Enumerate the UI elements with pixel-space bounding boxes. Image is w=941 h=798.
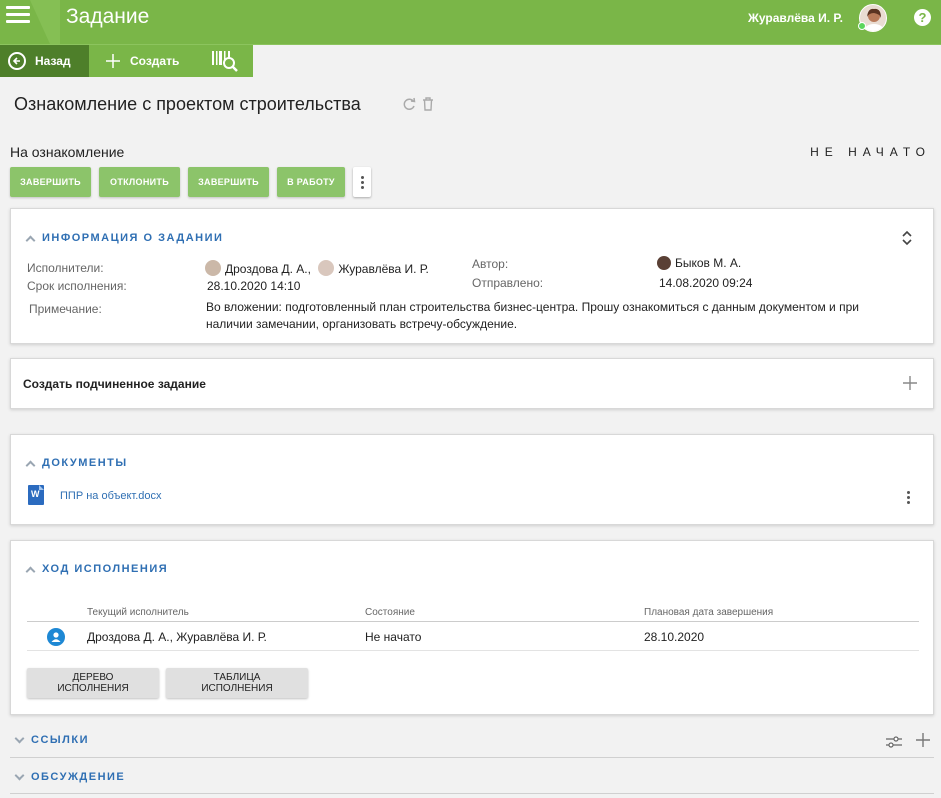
chevron-up-icon: [25, 566, 36, 576]
status-badge: НЕ НАЧАТО: [810, 145, 931, 159]
trash-icon[interactable]: [422, 96, 434, 112]
documents-card: ДОКУМЕНТЫ W ППР на объект.docx: [10, 434, 934, 525]
reject-button[interactable]: ОТКЛОНИТЬ: [99, 167, 180, 197]
discussion-section: ОБСУЖДЕНИЕ: [10, 758, 934, 794]
documents-section-title: ДОКУМЕНТЫ: [42, 457, 128, 469]
arrow-left-icon: [8, 52, 26, 70]
discussion-section-title: ОБСУЖДЕНИЕ: [31, 771, 126, 783]
app-header: Задание Журавлёва И. Р. ?: [0, 0, 941, 44]
links-section-header[interactable]: ССЫЛКИ: [14, 733, 89, 746]
header-decoration: [30, 0, 60, 44]
document-link[interactable]: ППР на объект.docx: [60, 490, 162, 502]
avatar: [657, 256, 671, 270]
sent-label: Отправлено:: [472, 276, 544, 290]
state-value: Не начато: [365, 630, 422, 644]
documents-section-header[interactable]: ДОКУМЕНТЫ: [25, 457, 128, 470]
plus-icon[interactable]: [903, 376, 917, 390]
execution-tree-button[interactable]: ДЕРЕВО ИСПОЛНЕНИЯ: [27, 668, 159, 698]
toolbar: Назад Создать: [0, 44, 941, 77]
action-buttons: ЗАВЕРШИТЬ ОТКЛОНИТЬ ЗАВЕРШИТЬ В РАБОТУ: [10, 167, 371, 197]
back-button-label: Назад: [35, 54, 71, 68]
note-line-2: наличии замечании, организовать встречу-…: [206, 317, 518, 331]
avatar: [205, 260, 221, 276]
author-name[interactable]: Быков М. А.: [675, 256, 741, 270]
complete-button[interactable]: ЗАВЕРШИТЬ: [10, 167, 91, 197]
note-line-1: Во вложении: подготовленный план строите…: [206, 300, 859, 314]
progress-section-title: ХОД ИСПОЛНЕНИЯ: [42, 563, 169, 575]
discussion-section-header[interactable]: ОБСУЖДЕНИЕ: [14, 770, 126, 783]
help-icon[interactable]: ?: [914, 9, 931, 26]
task-stage: На ознакомление: [10, 144, 125, 160]
executor-name[interactable]: Дроздова Д. А.,: [225, 262, 311, 276]
barcode-search-icon: [212, 51, 238, 72]
word-file-icon: W: [28, 485, 44, 505]
expand-collapse-icon[interactable]: [902, 230, 912, 246]
page-header-title: Задание: [66, 5, 150, 28]
in-work-button[interactable]: В РАБОТУ: [277, 167, 345, 197]
document-more-icon[interactable]: [907, 491, 910, 504]
links-section: ССЫЛКИ: [10, 722, 934, 758]
barcode-search-button[interactable]: [199, 45, 253, 77]
more-actions-button[interactable]: [353, 167, 371, 197]
planned-date-value: 28.10.2020: [644, 630, 705, 644]
task-title: Ознакомление с проектом строительства: [14, 94, 361, 114]
links-section-title: ССЫЛКИ: [31, 734, 89, 746]
column-header: Плановая дата завершения: [644, 607, 774, 618]
title-actions: [402, 96, 434, 112]
online-status-icon: [858, 22, 866, 30]
task-info-card: ИНФОРМАЦИЯ О ЗАДАНИИ Исполнители: Дроздо…: [10, 208, 934, 344]
column-header: Состояние: [365, 607, 415, 618]
create-subtask-label: Создать подчиненное задание: [23, 377, 206, 391]
chevron-down-icon: [14, 733, 25, 744]
avatar: [318, 260, 335, 276]
users-icon: [47, 628, 65, 646]
execution-progress-card: ХОД ИСПОЛНЕНИЯ Текущий исполнитель Состо…: [10, 540, 934, 715]
info-section-header[interactable]: ИНФОРМАЦИЯ О ЗАДАНИИ: [25, 232, 224, 245]
create-subtask-card[interactable]: Создать подчиненное задание: [10, 358, 934, 409]
chevron-up-icon: [25, 460, 36, 470]
executor-link[interactable]: Дроздова Д. А., Журавлёва И. Р.: [87, 630, 267, 644]
create-button-label: Создать: [130, 54, 180, 68]
table-row[interactable]: Дроздова Д. А., Журавлёва И. Р. Не начат…: [27, 621, 919, 651]
note-label: Примечание:: [29, 302, 102, 316]
finish-button[interactable]: ЗАВЕРШИТЬ: [188, 167, 269, 197]
plus-icon: [106, 54, 120, 68]
refresh-icon[interactable]: [402, 96, 416, 112]
executors-value: Дроздова Д. А., Журавлёва И. Р.: [205, 260, 429, 276]
author-label: Автор:: [472, 257, 509, 271]
current-user-name[interactable]: Журавлёва И. Р.: [748, 11, 843, 25]
filter-settings-icon[interactable]: [886, 735, 902, 749]
chevron-up-icon: [25, 235, 36, 245]
author-value: Быков М. А.: [657, 256, 741, 270]
plus-icon[interactable]: [916, 733, 930, 747]
progress-buttons: ДЕРЕВО ИСПОЛНЕНИЯ ТАБЛИЦА ИСПОЛНЕНИЯ: [27, 668, 308, 698]
info-section-title: ИНФОРМАЦИЯ О ЗАДАНИИ: [42, 232, 224, 244]
executors-label: Исполнители:: [27, 261, 104, 275]
deadline-label: Срок исполнения:: [27, 279, 127, 293]
progress-section-header[interactable]: ХОД ИСПОЛНЕНИЯ: [25, 563, 169, 576]
executor-name[interactable]: Журавлёва И. Р.: [338, 262, 429, 276]
back-button[interactable]: Назад: [0, 45, 89, 77]
chevron-down-icon: [14, 770, 25, 781]
column-header: Текущий исполнитель: [87, 607, 189, 618]
create-button[interactable]: Создать: [89, 45, 199, 77]
execution-table-button[interactable]: ТАБЛИЦА ИСПОЛНЕНИЯ: [166, 668, 308, 698]
deadline-value: 28.10.2020 14:10: [207, 279, 301, 293]
sent-value: 14.08.2020 09:24: [659, 276, 753, 290]
